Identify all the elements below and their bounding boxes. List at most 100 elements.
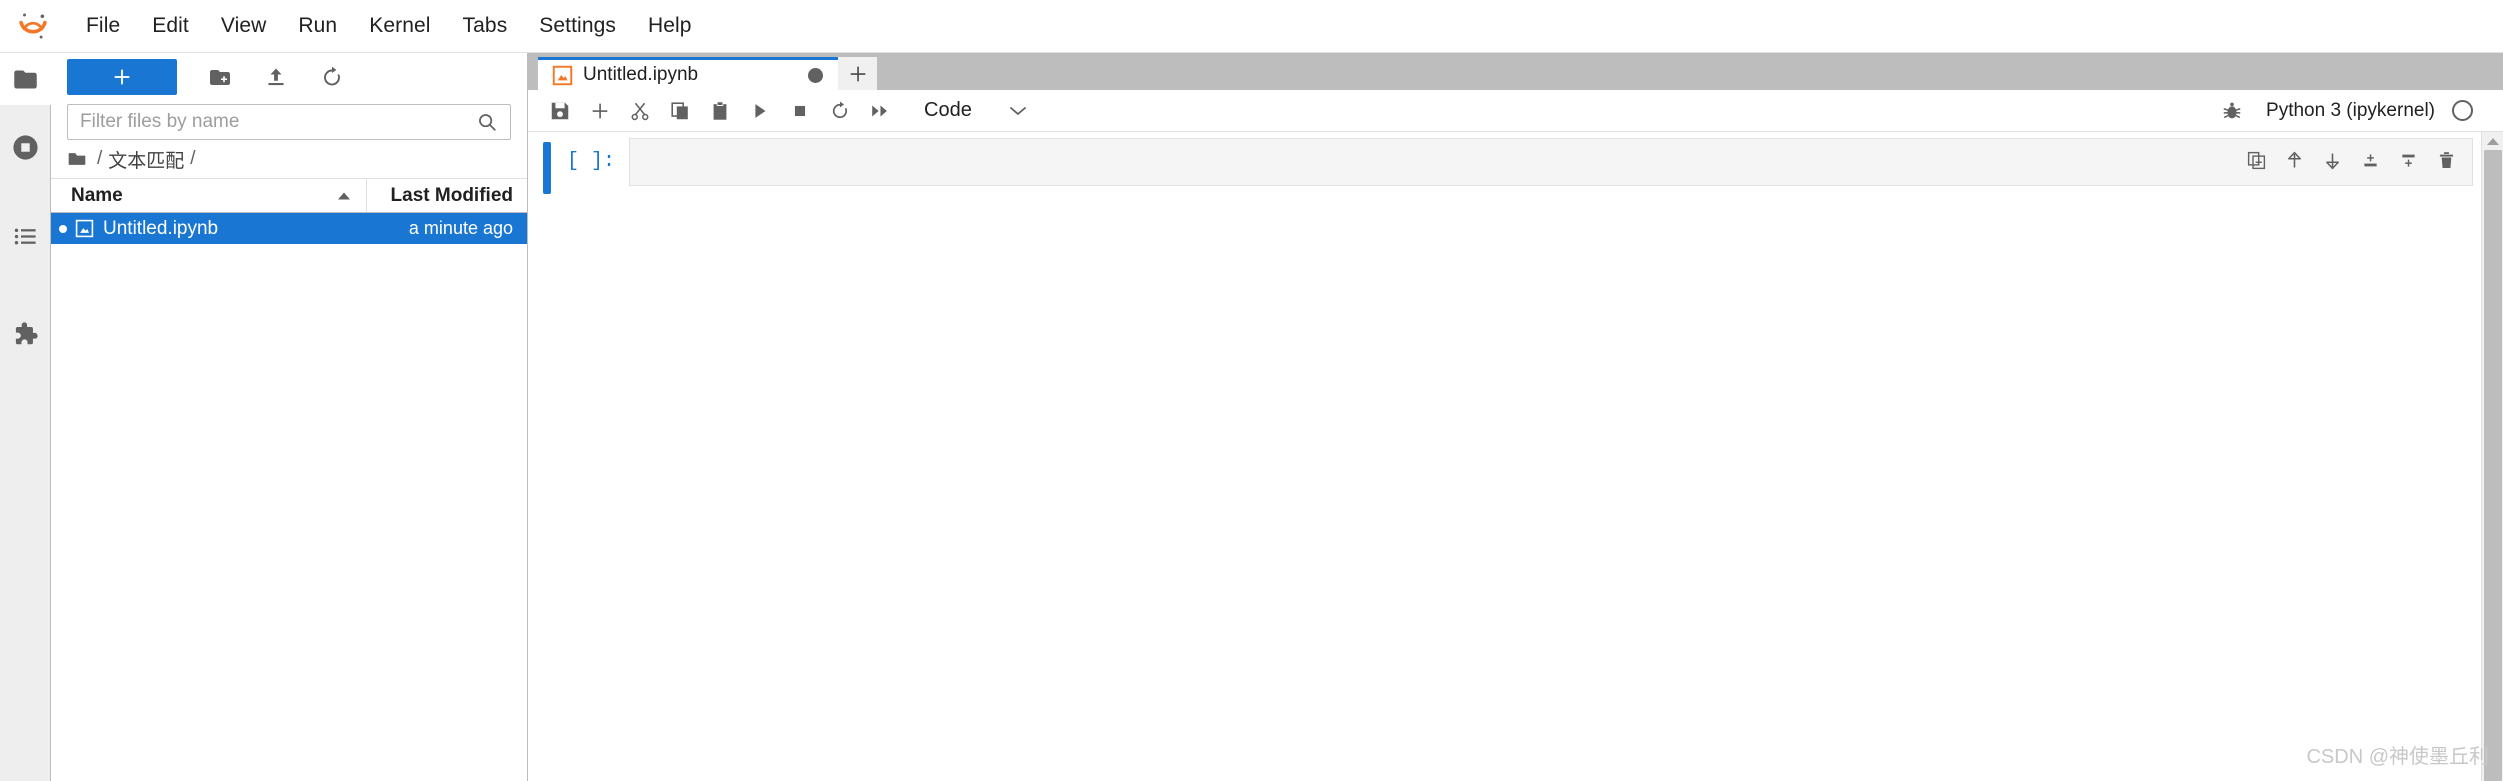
delete-cell-button[interactable]: [2427, 144, 2465, 176]
circle-outline-icon: [2451, 100, 2473, 121]
copy-icon: [671, 101, 688, 119]
puzzle-piece-icon: [15, 322, 38, 345]
run-cell-button[interactable]: [740, 94, 780, 128]
trash-icon: [2439, 151, 2453, 168]
breadcrumb-separator-1: /: [190, 148, 196, 169]
sort-ascending-icon: [336, 185, 352, 207]
notebook-cell[interactable]: [ ]:: [528, 132, 2481, 194]
upload-icon: [268, 68, 284, 86]
insert-below-icon: [2401, 154, 2415, 167]
insert-above-icon: [2363, 153, 2377, 166]
paste-icon: [713, 100, 727, 120]
file-list-header: Name Last Modified: [51, 178, 527, 213]
menu-settings[interactable]: Settings: [523, 8, 632, 44]
file-list: Untitled.ipynb a minute ago: [51, 213, 527, 781]
notebook-icon: [552, 65, 573, 86]
main-dock-area: Untitled.ipynb Code Python 3 (ipykernel)…: [528, 53, 2503, 781]
file-last-modified: a minute ago: [408, 218, 513, 238]
unsaved-indicator-dot: [807, 67, 823, 83]
new-launcher-button[interactable]: [67, 59, 177, 95]
file-browser-panel: / 文本匹配 / Name Last Modified: [51, 53, 528, 781]
scissors-icon: [631, 102, 649, 120]
fast-forward-icon: [872, 105, 887, 116]
sidebar-item-file-browser[interactable]: [0, 53, 51, 105]
column-header-last-modified[interactable]: Last Modified: [367, 179, 527, 212]
breadcrumb-segment-0[interactable]: 文本匹配: [108, 146, 184, 173]
tab-untitled-notebook[interactable]: Untitled.ipynb: [538, 57, 838, 90]
menu-view[interactable]: View: [205, 8, 283, 44]
sidebar-item-toc[interactable]: [0, 210, 50, 262]
insert-cell-button[interactable]: [580, 94, 620, 128]
folder-icon: [13, 70, 37, 88]
tab-unsaved-close-button[interactable]: [804, 64, 826, 86]
jupyter-logo-icon: [10, 6, 56, 46]
notebook-toolbar: Code Python 3 (ipykernel): [528, 90, 2503, 132]
duplicate-cell-button[interactable]: [2237, 144, 2275, 176]
search-input[interactable]: [68, 111, 476, 133]
file-list-item[interactable]: Untitled.ipynb a minute ago: [51, 213, 527, 244]
cell-input-editor[interactable]: [629, 138, 2473, 186]
refresh-file-list-button[interactable]: [309, 59, 355, 95]
menu-item-list: File Edit View Run Kernel Tabs Settings …: [70, 8, 708, 44]
menu-run[interactable]: Run: [282, 8, 353, 44]
new-folder-button[interactable]: [197, 59, 243, 95]
sidebar-item-extensions[interactable]: [0, 308, 50, 360]
notebook-icon: [75, 219, 94, 238]
notebook-cell-area: [ ]:: [528, 132, 2481, 781]
scrollbar-thumb[interactable]: [2483, 150, 2502, 781]
cell-type-value: Code: [924, 99, 972, 121]
column-header-name-label: Name: [71, 184, 123, 206]
arrow-up-icon: [2287, 151, 2301, 167]
notebook-vertical-scrollbar[interactable]: [2481, 132, 2503, 781]
breadcrumb: / 文本匹配 /: [51, 140, 527, 178]
cell-toolbar: [2237, 144, 2465, 176]
table-of-contents-icon: [14, 228, 36, 244]
breadcrumb-separator-0: /: [97, 148, 103, 169]
column-header-last-modified-label: Last Modified: [390, 184, 513, 206]
move-cell-up-button[interactable]: [2275, 144, 2313, 176]
menu-kernel[interactable]: Kernel: [353, 8, 446, 44]
copy-cells-button[interactable]: [660, 94, 700, 128]
active-cell-indicator: [543, 142, 551, 194]
save-button[interactable]: [540, 94, 580, 128]
stop-icon: [794, 105, 806, 116]
arrow-down-icon: [2325, 153, 2339, 169]
restart-run-all-button[interactable]: [860, 94, 900, 128]
search-icon[interactable]: [476, 111, 510, 133]
play-icon: [755, 103, 766, 118]
column-header-name[interactable]: Name: [51, 179, 367, 212]
plus-icon: [850, 66, 865, 81]
file-browser-toolbar: [51, 53, 527, 101]
file-filter-box[interactable]: [67, 104, 511, 140]
move-cell-down-button[interactable]: [2313, 144, 2351, 176]
bug-icon[interactable]: [2212, 94, 2252, 128]
upload-files-button[interactable]: [253, 59, 299, 95]
paste-cells-button[interactable]: [700, 94, 740, 128]
duplicate-icon: [2247, 151, 2265, 169]
menu-help[interactable]: Help: [632, 8, 708, 44]
restart-icon: [832, 101, 848, 118]
file-filter-wrapper: [51, 101, 527, 140]
cell-type-dropdown[interactable]: Code: [914, 94, 1046, 128]
menu-tabs[interactable]: Tabs: [447, 8, 524, 44]
notebook-panel: Code Python 3 (ipykernel) []:: [528, 90, 2503, 781]
insert-cell-above-button[interactable]: [2351, 144, 2389, 176]
tab-bar: Untitled.ipynb: [528, 53, 2503, 90]
breadcrumb-home-icon[interactable]: [67, 149, 87, 169]
interrupt-kernel-button[interactable]: [780, 94, 820, 128]
new-folder-icon: [210, 70, 230, 85]
unsaved-indicator-dot: [59, 224, 67, 233]
menu-file[interactable]: File: [70, 8, 136, 44]
kernel-status-indicator[interactable]: [2449, 98, 2475, 124]
cut-cells-button[interactable]: [620, 94, 660, 128]
sidebar-item-running[interactable]: [0, 121, 50, 173]
workspace: / 文本匹配 / Name Last Modified: [0, 53, 2503, 781]
restart-kernel-button[interactable]: [820, 94, 860, 128]
insert-cell-below-button[interactable]: [2389, 144, 2427, 176]
notebook-scroller: [ ]:: [528, 132, 2503, 781]
menu-edit[interactable]: Edit: [136, 8, 205, 44]
kernel-name-label[interactable]: Python 3 (ipykernel): [2252, 100, 2449, 122]
new-tab-button[interactable]: [838, 57, 877, 90]
scroll-up-arrow-icon[interactable]: [2486, 132, 2500, 149]
menu-bar: File Edit View Run Kernel Tabs Settings …: [0, 0, 2503, 53]
